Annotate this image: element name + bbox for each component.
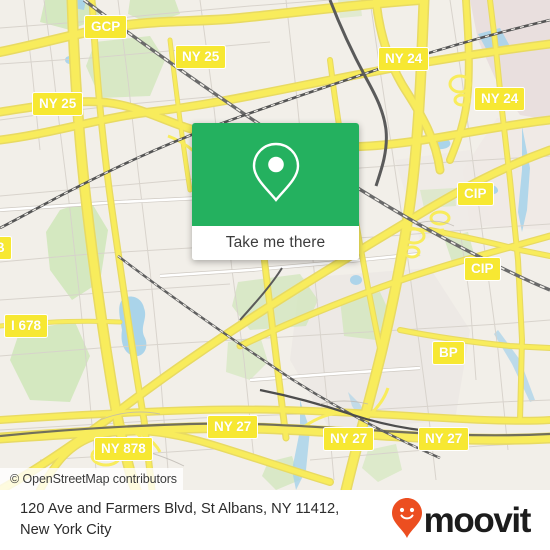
map-attribution: © OpenStreetMap contributors [0,468,183,490]
moovit-logo[interactable]: moovit [391,497,538,544]
road-shield-cip-lower[interactable]: CIP [464,257,501,281]
road-shield-ny24-top[interactable]: NY 24 [378,47,430,71]
road-shield-ny25-left[interactable]: NY 25 [32,92,84,116]
popup-header [192,123,359,226]
road-shield-i678[interactable]: I 678 [4,314,49,338]
road-shield-ny878[interactable]: NY 878 [94,437,153,461]
road-shield-ny27-left[interactable]: NY 27 [207,415,259,439]
address-line-2: New York City [20,522,112,538]
footer-bar: 120 Ave and Farmers Blvd, St Albans, NY … [0,490,550,550]
road-shield-gcp[interactable]: GCP [84,15,128,39]
popup-cta-label: Take me there [225,234,326,251]
road-shield-clipped-left[interactable]: B [0,236,12,260]
map-pin-icon [251,141,301,208]
road-shield-ny27-mid[interactable]: NY 27 [323,427,375,451]
address-block: 120 Ave and Farmers Blvd, St Albans, NY … [20,499,339,541]
road-shield-ny25-top[interactable]: NY 25 [175,45,227,69]
road-shield-cip-upper[interactable]: CIP [457,182,494,206]
moovit-pin-smiley-icon [391,497,423,544]
location-popup[interactable]: Take me there [192,123,359,260]
road-shield-bp[interactable]: BP [432,341,465,365]
popup-cta[interactable]: Take me there [192,226,359,260]
map-screenshot: GCP NY 25 NY 24 NY 25 NY 24 CIP B CIP I … [0,0,550,550]
road-shield-ny24-right[interactable]: NY 24 [474,87,526,111]
moovit-wordmark: moovit [423,500,532,540]
address-line-1: 120 Ave and Farmers Blvd, St Albans, NY … [20,501,340,517]
road-shield-ny27-right[interactable]: NY 27 [418,427,470,451]
